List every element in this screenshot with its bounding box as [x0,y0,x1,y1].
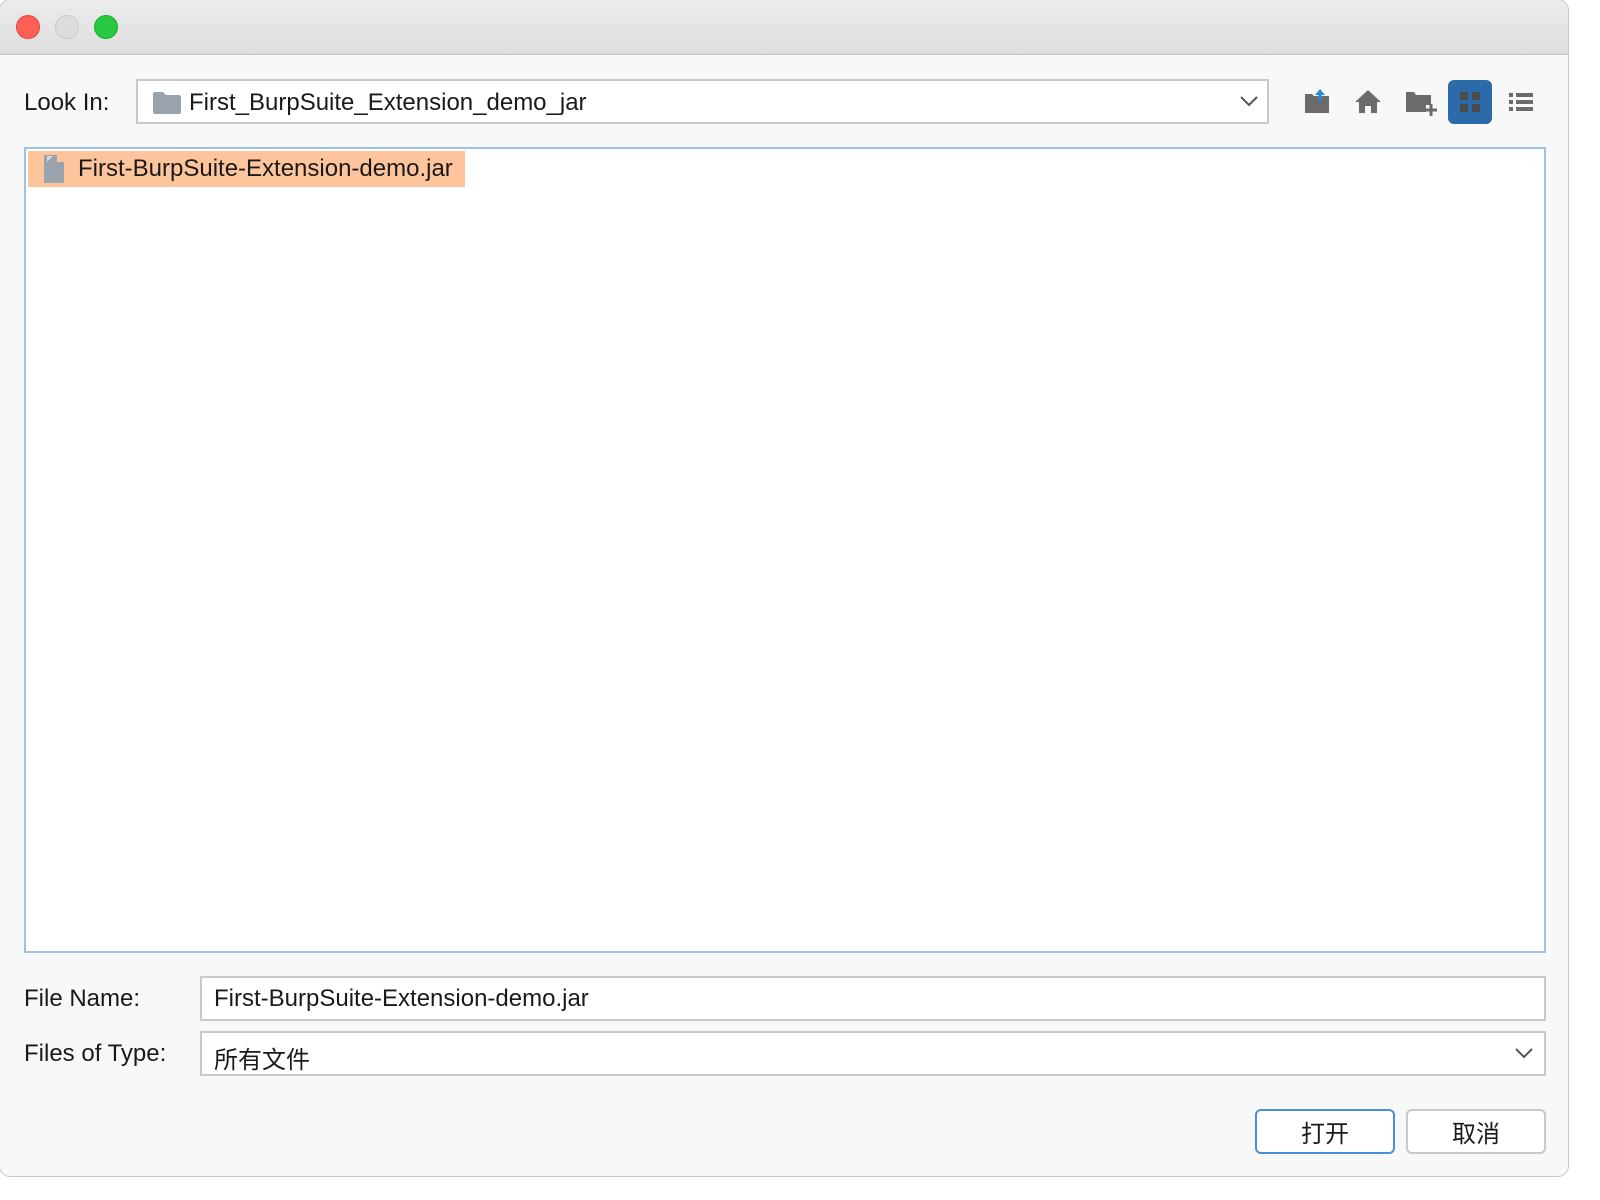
file-name-input[interactable] [202,978,1544,1019]
details-view-icon [1509,93,1533,111]
file-icon [44,155,64,183]
file-list-pane[interactable]: First-BurpSuite-Extension-demo.jar [24,147,1546,953]
up-folder-icon [1305,89,1329,113]
files-of-type-value: 所有文件 [214,1047,310,1074]
look-in-dropdown[interactable]: First_BurpSuite_Extension_demo_jar [136,79,1269,124]
home-icon [1355,90,1381,113]
file-name-label: File Name: [24,985,141,1012]
open-button[interactable]: 打开 [1255,1109,1395,1154]
list-view-icon [1460,92,1480,112]
cancel-button[interactable]: 取消 [1406,1109,1546,1154]
maximize-window-button[interactable] [94,15,118,39]
minimize-window-button[interactable] [55,15,79,39]
list-view-toggle[interactable] [1448,80,1492,124]
file-list-item[interactable]: First-BurpSuite-Extension-demo.jar [28,151,465,187]
files-of-type-dropdown[interactable]: 所有文件 [200,1031,1546,1076]
chevron-down-icon [1515,1048,1533,1059]
files-of-type-label: Files of Type: [24,1040,167,1067]
title-bar[interactable] [0,0,1568,55]
look-in-value: First_BurpSuite_Extension_demo_jar [189,89,587,116]
up-one-level-button[interactable] [1295,80,1339,124]
file-item-name: First-BurpSuite-Extension-demo.jar [78,155,453,182]
folder-icon [153,92,181,114]
details-view-toggle[interactable] [1499,80,1543,124]
home-button[interactable] [1346,80,1390,124]
new-folder-icon [1406,92,1437,116]
new-folder-button[interactable] [1398,80,1442,124]
file-name-field-box [200,976,1546,1021]
file-chooser-dialog: Look In: First_BurpSuite_Extension_demo_… [0,0,1568,1176]
look-in-label: Look In: [24,89,110,116]
chevron-down-icon [1240,96,1258,107]
close-window-button[interactable] [16,15,40,39]
